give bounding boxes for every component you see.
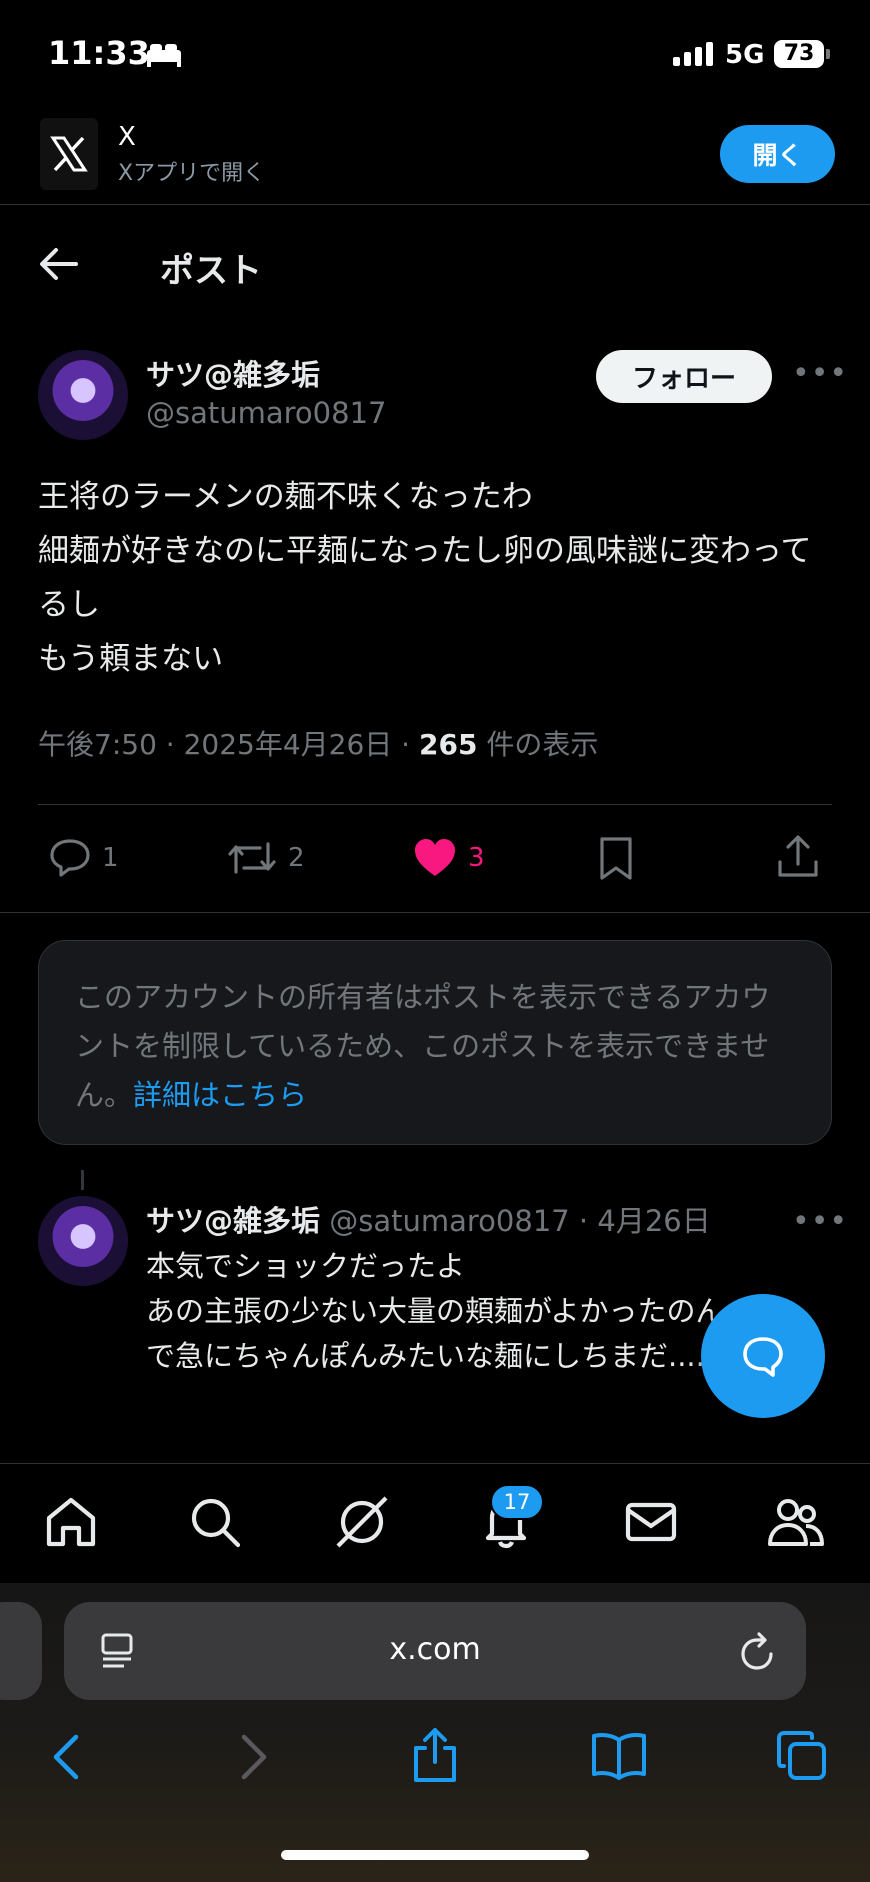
post-view-count: 265 <box>418 728 478 761</box>
reply-handle-date: @satumaro0817 · 4月26日 <box>320 1204 711 1238</box>
browser-back-icon[interactable] <box>48 1732 84 1782</box>
reload-icon[interactable] <box>738 1632 778 1672</box>
heart-filled-icon <box>415 839 455 876</box>
notification-badge: 17 <box>490 1484 544 1520</box>
home-icon <box>46 1497 96 1547</box>
share-icon[interactable] <box>776 834 820 880</box>
repost-icon <box>228 842 276 874</box>
compose-reply-button[interactable] <box>701 1294 825 1418</box>
previous-tab-preview[interactable] <box>0 1602 42 1700</box>
url-text[interactable]: x.com <box>64 1632 806 1667</box>
search-icon <box>191 1498 241 1548</box>
more-options-icon[interactable]: ••• <box>792 356 848 391</box>
learn-more-link[interactable]: 詳細はこちら <box>133 1078 307 1112</box>
post-text: 王将のラーメンの麺不味くなったわ 細麺が好きなのに平麺になったし卵の風味謎に変わ… <box>38 479 812 677</box>
open-in-app-button[interactable]: 開く <box>720 125 835 183</box>
author-avatar[interactable] <box>38 350 128 440</box>
repost-count: 2 <box>288 843 305 873</box>
browser-forward-icon[interactable] <box>236 1732 272 1782</box>
battery-tip <box>826 49 830 59</box>
follow-button[interactable]: フォロー <box>596 350 772 403</box>
bottom-tab-bar <box>0 1463 870 1583</box>
like-action[interactable]: 3 <box>412 836 485 880</box>
mail-icon <box>625 1502 677 1542</box>
chat-bubble-icon <box>743 1337 783 1377</box>
post-divider <box>38 804 832 805</box>
post-views-label: 件の表示 <box>477 728 599 761</box>
like-count: 3 <box>468 843 485 873</box>
tab-messages[interactable] <box>615 1486 687 1558</box>
reply-author-name[interactable]: サツ@雑多垢 <box>146 1204 320 1238</box>
cellular-signal-icon <box>673 42 713 66</box>
x-logo-icon[interactable] <box>40 118 98 190</box>
reply-text: 本気でショックだったよ あの主張の少ない大量の頬麺がよかったのんで急にちゃんぽん… <box>146 1249 725 1373</box>
reply-count: 1 <box>102 843 119 873</box>
browser-share-icon[interactable] <box>410 1726 460 1784</box>
banner-app-name: X <box>118 122 136 152</box>
sleep-focus-icon <box>147 44 181 67</box>
page-title: ポスト <box>160 251 262 291</box>
post-time: 午後7:50 · 2025年4月26日 · <box>38 728 419 761</box>
reply-more-options-icon[interactable]: ••• <box>792 1204 848 1239</box>
network-type: 5G <box>725 40 765 70</box>
reply-action[interactable]: 1 <box>48 836 119 880</box>
banner-subtitle: Xアプリで開く <box>118 161 266 186</box>
restricted-post-notice: このアカウントの所有者はポストを表示できるアカウントを制限しているため、このポス… <box>38 940 832 1145</box>
actions-divider <box>0 912 870 913</box>
reply-icon <box>50 839 90 877</box>
tab-search[interactable] <box>179 1486 251 1558</box>
communities-icon <box>768 1499 824 1546</box>
bookmark-icon[interactable] <box>598 836 634 882</box>
tabs-icon[interactable] <box>776 1730 828 1782</box>
author-handle[interactable]: @satumaro0817 <box>146 396 386 430</box>
author-name[interactable]: サツ@雑多垢 <box>146 352 320 394</box>
home-indicator <box>281 1850 589 1860</box>
tab-grok[interactable] <box>326 1486 398 1558</box>
reply-author-avatar[interactable] <box>38 1196 128 1286</box>
repost-action[interactable]: 2 <box>226 836 305 880</box>
tab-home[interactable] <box>35 1486 107 1558</box>
battery-icon: 73 <box>774 40 824 68</box>
tab-communities[interactable] <box>760 1486 832 1558</box>
status-time: 11:33 <box>48 34 150 72</box>
thread-line <box>81 1170 84 1190</box>
grok-icon <box>336 1496 388 1548</box>
back-arrow-icon[interactable] <box>38 246 80 282</box>
post-metadata: 午後7:50 · 2025年4月26日 · 265 件の表示 <box>38 723 598 763</box>
banner-divider <box>0 204 870 205</box>
reply-header: サツ@雑多垢 @satumaro0817 · 4月26日 <box>146 1198 711 1240</box>
bookmarks-icon[interactable] <box>590 1730 648 1780</box>
